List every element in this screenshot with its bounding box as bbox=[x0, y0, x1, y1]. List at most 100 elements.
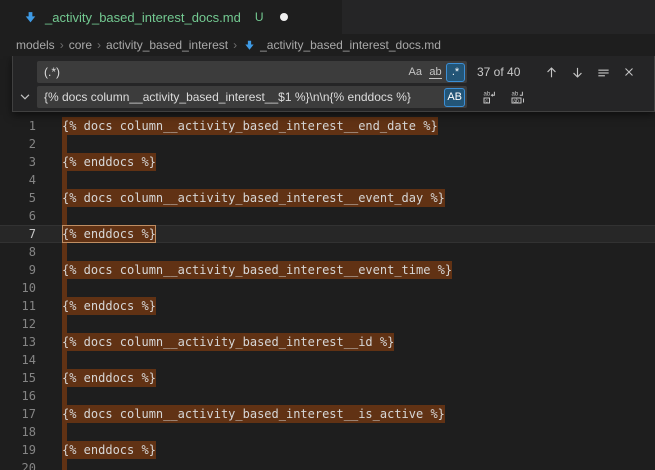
code-line[interactable]: 5 {% docs column__activity_based_interest… bbox=[0, 189, 655, 207]
replace-row: {% docs column__activity_based_interest_… bbox=[37, 86, 646, 108]
code-line[interactable]: 6 bbox=[0, 207, 655, 225]
breadcrumb-path: models›core›activity_based_interest› bbox=[16, 38, 242, 52]
regex-toggle[interactable]: .* bbox=[446, 63, 465, 82]
line-text[interactable] bbox=[62, 207, 67, 225]
line-text[interactable]: {% enddocs %} bbox=[62, 441, 156, 459]
line-text[interactable] bbox=[62, 387, 67, 405]
whole-word-toggle[interactable]: ab bbox=[426, 63, 445, 82]
line-text[interactable]: {% docs column__activity_based_interest_… bbox=[62, 333, 394, 351]
line-number[interactable]: 6 bbox=[0, 207, 36, 225]
line-text[interactable] bbox=[62, 315, 67, 333]
line-text[interactable] bbox=[62, 351, 67, 369]
markdown-file-icon bbox=[242, 38, 256, 52]
line-text[interactable] bbox=[62, 171, 67, 189]
chevron-down-icon bbox=[18, 90, 32, 104]
line-text[interactable] bbox=[62, 423, 67, 441]
breadcrumb-file[interactable]: _activity_based_interest_docs.md bbox=[260, 38, 441, 52]
code-line[interactable]: 10 bbox=[0, 279, 655, 297]
breadcrumb-item[interactable]: models bbox=[16, 38, 55, 52]
code-line[interactable]: 19 {% enddocs %} bbox=[0, 441, 655, 459]
line-text[interactable] bbox=[62, 279, 67, 297]
previous-match-button[interactable] bbox=[540, 61, 562, 83]
breadcrumb-item[interactable]: activity_based_interest bbox=[106, 38, 228, 52]
code-lines[interactable]: 1{% docs column__activity_based_interest… bbox=[0, 56, 655, 470]
code-line[interactable]: 20 bbox=[0, 459, 655, 470]
code-line[interactable]: 1 {% docs column__activity_based_interest… bbox=[0, 117, 655, 135]
line-number[interactable]: 20 bbox=[0, 459, 36, 470]
line-number[interactable]: 8 bbox=[0, 243, 36, 261]
next-match-button[interactable] bbox=[566, 61, 588, 83]
line-text[interactable]: {% docs column__activity_based_interest_… bbox=[62, 261, 452, 279]
code-line[interactable]: 16 bbox=[0, 387, 655, 405]
code-line[interactable]: 4 bbox=[0, 171, 655, 189]
find-match: {% enddocs %} bbox=[62, 297, 156, 315]
breadcrumb-item[interactable]: core bbox=[69, 38, 92, 52]
code-line[interactable]: 17 {% docs column__activity_based_interes… bbox=[0, 405, 655, 423]
line-number[interactable]: 5 bbox=[0, 189, 36, 207]
line-number[interactable]: 12 bbox=[0, 315, 36, 333]
line-number[interactable]: 19 bbox=[0, 441, 36, 459]
svg-text:ab: ab bbox=[512, 92, 519, 98]
line-text[interactable] bbox=[62, 459, 67, 470]
find-match: {% docs column__activity_based_interest_… bbox=[62, 405, 445, 423]
line-number[interactable]: 7 bbox=[0, 225, 36, 243]
line-number[interactable]: 15 bbox=[0, 369, 36, 387]
find-match-empty bbox=[62, 459, 67, 470]
code-line[interactable]: 2 bbox=[0, 135, 655, 153]
find-in-selection-button[interactable] bbox=[592, 61, 614, 83]
replace-button[interactable]: ab c bbox=[479, 86, 501, 108]
markdown-file-icon bbox=[22, 9, 38, 25]
find-match-empty bbox=[62, 207, 67, 225]
find-match-empty bbox=[62, 243, 67, 261]
code-line[interactable]: 13 {% docs column__activity_based_interes… bbox=[0, 333, 655, 351]
line-number[interactable]: 1 bbox=[0, 117, 36, 135]
line-text[interactable]: {% enddocs %} bbox=[62, 297, 156, 315]
line-number[interactable]: 17 bbox=[0, 405, 36, 423]
line-text[interactable] bbox=[62, 243, 67, 261]
line-number[interactable]: 9 bbox=[0, 261, 36, 279]
close-icon[interactable] bbox=[618, 61, 640, 83]
tab-activity-based-interest-docs[interactable]: _activity_based_interest_docs.md U bbox=[0, 0, 342, 34]
line-number[interactable]: 3 bbox=[0, 153, 36, 171]
line-number[interactable]: 14 bbox=[0, 351, 36, 369]
code-line[interactable]: 18 bbox=[0, 423, 655, 441]
code-line[interactable]: 7 {% enddocs %} bbox=[0, 225, 655, 243]
match-count: 37 of 40 bbox=[477, 65, 520, 79]
preserve-case-toggle[interactable]: AB bbox=[444, 88, 465, 107]
code-line[interactable]: 3 {% enddocs %} bbox=[0, 153, 655, 171]
find-match-empty bbox=[62, 423, 67, 441]
line-number[interactable]: 2 bbox=[0, 135, 36, 153]
line-text[interactable]: {% enddocs %} bbox=[62, 369, 156, 387]
line-number[interactable]: 11 bbox=[0, 297, 36, 315]
code-line[interactable]: 8 bbox=[0, 243, 655, 261]
unsaved-changes-indicator[interactable] bbox=[280, 13, 288, 21]
line-text[interactable]: {% docs column__activity_based_interest_… bbox=[62, 405, 445, 423]
find-replace-widget: (.*) Aa ab .* 37 of 40 bbox=[12, 56, 655, 112]
find-match: {% enddocs %} bbox=[62, 153, 156, 171]
line-number[interactable]: 16 bbox=[0, 387, 36, 405]
code-line[interactable]: 11 {% enddocs %} bbox=[0, 297, 655, 315]
chevron-right-icon: › bbox=[60, 38, 64, 52]
replace-all-button[interactable]: ab ab bbox=[507, 86, 529, 108]
line-text[interactable]: {% enddocs %} bbox=[62, 153, 156, 171]
line-text[interactable]: {% docs column__activity_based_interest_… bbox=[62, 189, 445, 207]
find-match: {% enddocs %} bbox=[62, 441, 156, 459]
line-text[interactable] bbox=[62, 135, 67, 153]
line-number[interactable]: 10 bbox=[0, 279, 36, 297]
match-case-toggle[interactable]: Aa bbox=[406, 63, 425, 82]
replace-input[interactable]: {% docs column__activity_based_interest_… bbox=[37, 86, 467, 108]
line-number[interactable]: 13 bbox=[0, 333, 36, 351]
line-text[interactable]: {% enddocs %} bbox=[62, 225, 156, 243]
search-input[interactable]: (.*) Aa ab .* bbox=[37, 61, 467, 83]
code-line[interactable]: 12 bbox=[0, 315, 655, 333]
find-row: (.*) Aa ab .* 37 of 40 bbox=[37, 61, 646, 83]
code-line[interactable]: 15 {% enddocs %} bbox=[0, 369, 655, 387]
code-line[interactable]: 9 {% docs column__activity_based_interest… bbox=[0, 261, 655, 279]
find-match-empty bbox=[62, 279, 67, 297]
code-line[interactable]: 14 bbox=[0, 351, 655, 369]
toggle-replace-button[interactable] bbox=[13, 56, 37, 111]
line-number[interactable]: 18 bbox=[0, 423, 36, 441]
tab-bar: _activity_based_interest_docs.md U bbox=[0, 0, 655, 34]
line-number[interactable]: 4 bbox=[0, 171, 36, 189]
line-text[interactable]: {% docs column__activity_based_interest_… bbox=[62, 117, 438, 135]
